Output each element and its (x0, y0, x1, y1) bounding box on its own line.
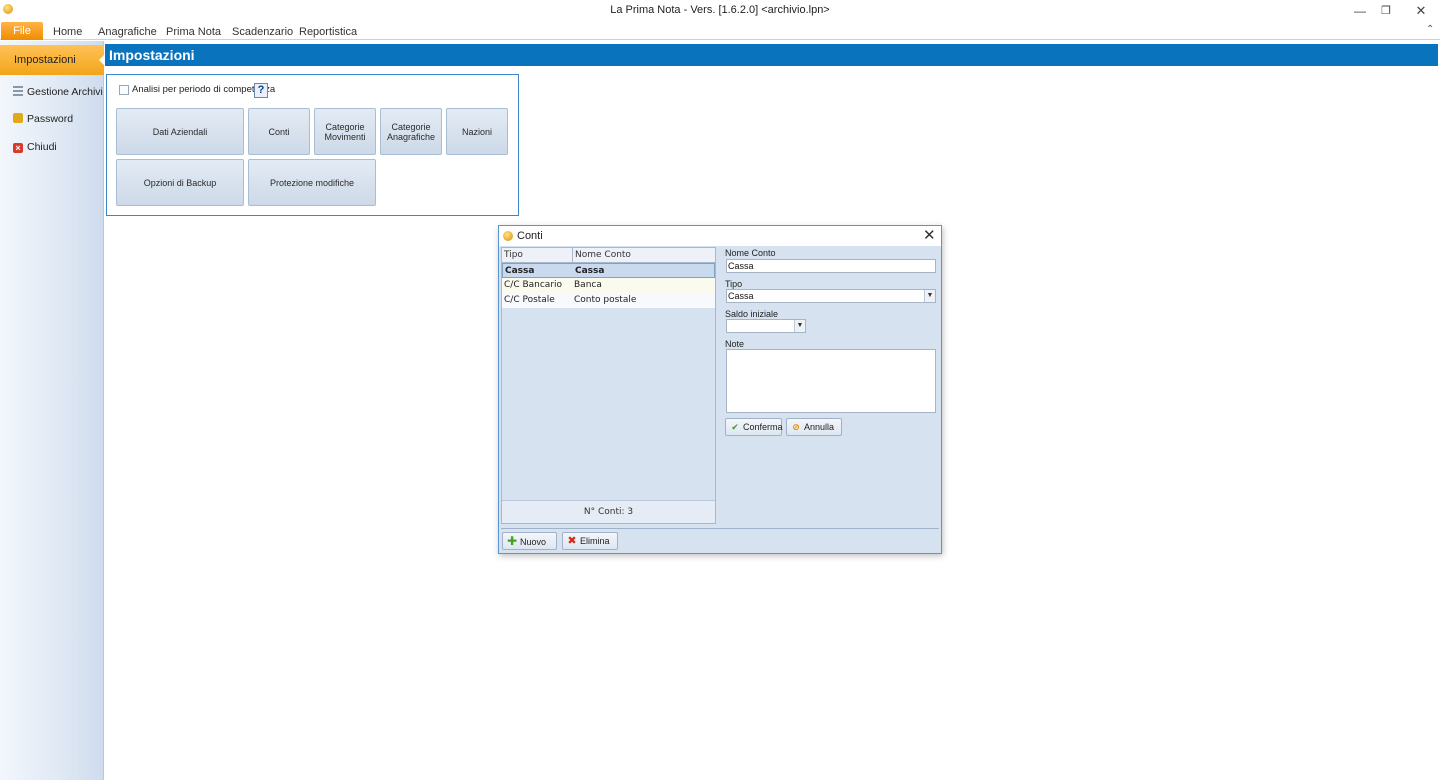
tipo-dropdown-value: Cassa (728, 291, 754, 301)
button-label: Conti (268, 126, 290, 137)
button-label: Annulla (804, 422, 835, 432)
ribbon-collapse-icon[interactable]: ⌃ (1426, 24, 1434, 35)
tab-scadenzario[interactable]: Scadenzario (232, 24, 293, 40)
chevron-down-icon[interactable]: ▼ (924, 290, 935, 302)
cell-nome-conto: Cassa (575, 266, 605, 276)
button-label: Opzioni di Backup (143, 177, 217, 188)
plus-icon: ✚ (507, 534, 518, 548)
table-row[interactable]: C/C Bancario Banca (502, 278, 715, 293)
sidebar-item-label: Chiudi (27, 141, 57, 153)
cancel-icon: ⊘ (792, 422, 800, 432)
cell-nome-conto: Conto postale (574, 295, 637, 305)
annulla-button[interactable]: ⊘ Annulla (786, 418, 842, 436)
column-header-tipo[interactable]: Tipo (502, 248, 572, 263)
dati-aziendali-button[interactable]: Dati Aziendali (116, 108, 244, 155)
grid-footer-count: N° Conti: 3 (502, 500, 715, 523)
button-label: Elimina (580, 536, 610, 546)
lock-icon (13, 113, 23, 123)
check-icon: ✔ (731, 422, 739, 432)
conti-button[interactable]: Conti (248, 108, 310, 155)
protezione-modifiche-button[interactable]: Protezione modifiche (248, 159, 376, 206)
divider (501, 528, 939, 529)
button-label: Nuovo (520, 537, 547, 547)
cell-tipo: C/C Bancario (504, 280, 563, 290)
cell-tipo: C/C Postale (504, 295, 555, 305)
conti-grid: Tipo Nome Conto Cassa Cassa C/C Bancario… (501, 247, 716, 524)
button-label: Dati Aziendali (152, 126, 208, 137)
settings-panel: Analisi per periodo di competenza ? Dati… (106, 74, 519, 216)
button-label-line2: Movimenti (324, 131, 366, 142)
button-label: Protezione modifiche (269, 177, 355, 188)
elimina-button[interactable]: ✖ Elimina (562, 532, 618, 550)
sidebar-item-impostazioni[interactable]: Impostazioni (0, 45, 105, 75)
table-row[interactable]: Cassa Cassa (502, 263, 715, 278)
cell-tipo: Cassa (505, 266, 535, 276)
note-label: Note (725, 339, 745, 349)
title-bar: La Prima Nota - Vers. [1.6.2.0] <archivi… (0, 0, 1440, 22)
tipo-dropdown[interactable]: Cassa ▼ (726, 289, 936, 303)
column-header-nome-conto[interactable]: Nome Conto (572, 248, 715, 263)
tab-file[interactable]: File (1, 22, 43, 40)
nazioni-button[interactable]: Nazioni (446, 108, 508, 155)
sidebar-item-chiudi[interactable]: × Chiudi (13, 139, 57, 155)
dialog-title-bar: Conti ✕ (499, 226, 941, 246)
sidebar-item-label: Password (27, 113, 74, 125)
ribbon-tabs: File Home Anagrafiche Prima Nota Scadenz… (0, 22, 1440, 40)
list-icon (13, 86, 23, 96)
sidebar-item-password[interactable]: Password (13, 111, 73, 127)
cell-nome-conto: Banca (574, 280, 602, 290)
tab-prima-nota[interactable]: Prima Nota (166, 24, 221, 40)
button-label-line2: Anagrafiche (386, 131, 436, 142)
saldo-iniziale-label: Saldo iniziale (725, 309, 779, 319)
table-row[interactable]: C/C Postale Conto postale (502, 293, 715, 308)
categorie-movimenti-button[interactable]: Categorie Movimenti (314, 108, 376, 155)
tab-home[interactable]: Home (53, 24, 82, 40)
note-textarea[interactable] (726, 349, 936, 413)
dialog-close-button[interactable]: ✕ (923, 227, 936, 244)
categorie-anagrafiche-button[interactable]: Categorie Anagrafiche (380, 108, 442, 155)
grid-header: Tipo Nome Conto (502, 248, 715, 263)
conferma-button[interactable]: ✔ Conferma (725, 418, 783, 436)
sidebar-item-label: Gestione Archivi (27, 86, 103, 98)
tab-reportistica[interactable]: Reportistica (299, 24, 357, 40)
delete-icon: ✖ (567, 535, 577, 547)
sidebar-item-gestione-archivi[interactable]: Gestione Archivi (13, 84, 103, 100)
competenza-checkbox[interactable] (119, 85, 129, 95)
saldo-iniziale-input[interactable]: ▼ (726, 319, 806, 333)
close-window-button[interactable]: ✕ (1404, 2, 1438, 20)
app-logo-icon (503, 231, 513, 241)
help-button[interactable]: ? (254, 83, 268, 98)
tab-anagrafiche[interactable]: Anagrafiche (98, 24, 157, 40)
button-label: Nazioni (461, 126, 492, 137)
chevron-down-icon[interactable]: ▼ (794, 320, 805, 332)
button-label-line1: Categorie (325, 121, 365, 132)
nome-conto-label: Nome Conto (725, 248, 776, 258)
conti-dialog: Conti ✕ Tipo Nome Conto Cassa Cassa C/C … (498, 225, 942, 554)
close-icon: × (13, 143, 23, 153)
window-title: La Prima Nota - Vers. [1.6.2.0] <archivi… (610, 4, 830, 16)
tipo-label: Tipo (725, 279, 743, 289)
backstage-sidebar: Impostazioni Gestione Archivi Password ×… (0, 41, 105, 780)
button-label: Conferma (743, 422, 783, 432)
page-title: Impostazioni (105, 44, 1438, 66)
opzioni-backup-button[interactable]: Opzioni di Backup (116, 159, 244, 206)
dialog-title: Conti (517, 230, 543, 242)
nome-conto-input[interactable]: Cassa (726, 259, 936, 273)
nuovo-button[interactable]: ✚ Nuovo (502, 532, 557, 550)
maximize-button[interactable]: ❐ (1369, 2, 1403, 20)
button-label-line1: Categorie (391, 121, 431, 132)
